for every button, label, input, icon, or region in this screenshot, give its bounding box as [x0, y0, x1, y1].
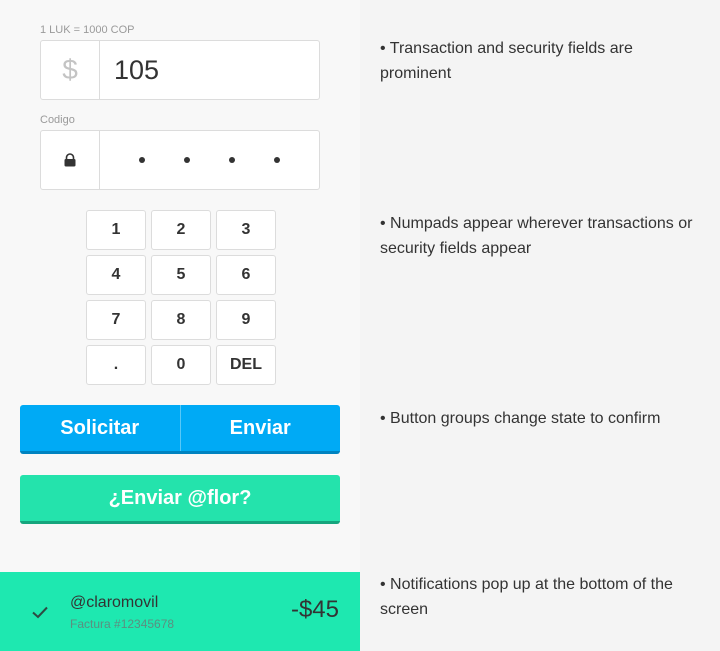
pin-dot [273, 157, 280, 163]
code-label: Codigo [40, 114, 75, 126]
note-numpads: • Numpads appear wherever transactions o… [380, 215, 693, 257]
currency-prefix: $ [41, 41, 100, 99]
amount-field[interactable]: $ 105 [40, 40, 320, 100]
check-icon [32, 606, 48, 619]
send-button[interactable]: Enviar [181, 405, 341, 451]
pin-dot [139, 157, 146, 163]
pin-dot [228, 157, 235, 163]
annotations-panel: • Transaction and security fields are pr… [360, 0, 720, 651]
notification-amount: -$45 [290, 596, 339, 623]
note-fields: • Transaction and security fields are pr… [380, 40, 633, 82]
numpad-key-delete[interactable]: DEL [216, 345, 276, 385]
numpad-key-6[interactable]: 6 [216, 255, 276, 295]
confirm-send-button[interactable]: ¿Enviar @flor? [20, 475, 340, 524]
dollar-sign-icon: $ [62, 54, 78, 85]
notification-subtitle: Factura #12345678 [70, 617, 175, 631]
numpad-key-4[interactable]: 4 [86, 255, 146, 295]
exchange-rate-label: 1 LUK = 1000 COP [40, 24, 135, 36]
mobile-ui-panel: 1 LUK = 1000 COP $ 105 Codigo 1 2 3 4 5 … [0, 0, 360, 651]
numpad-key-2[interactable]: 2 [151, 210, 211, 250]
lock-prefix [41, 131, 100, 189]
numpad-key-1[interactable]: 1 [86, 210, 146, 250]
note-notifications: • Notifications pop up at the bottom of … [380, 576, 673, 618]
numpad-key-9[interactable]: 9 [216, 300, 276, 340]
amount-input[interactable]: 105 [100, 41, 319, 99]
numpad-key-0[interactable]: 0 [151, 345, 211, 385]
numpad-key-5[interactable]: 5 [151, 255, 211, 295]
notification-user: @claromovil [70, 594, 159, 611]
request-send-button-group: Solicitar Enviar [20, 405, 340, 454]
notification-toast[interactable]: @claromovil Factura #12345678 -$45 [0, 572, 360, 651]
pin-input[interactable] [100, 131, 319, 189]
security-code-field[interactable] [40, 130, 320, 190]
numpad: 1 2 3 4 5 6 7 8 9 . 0 DEL [86, 210, 278, 385]
numpad-key-8[interactable]: 8 [151, 300, 211, 340]
numpad-key-3[interactable]: 3 [216, 210, 276, 250]
numpad-key-decimal[interactable]: . [86, 345, 146, 385]
request-button[interactable]: Solicitar [20, 405, 180, 451]
numpad-key-7[interactable]: 7 [86, 300, 146, 340]
pin-dot [184, 157, 191, 163]
lock-icon [64, 153, 76, 167]
note-button-groups: • Button groups change state to confirm [380, 410, 661, 427]
